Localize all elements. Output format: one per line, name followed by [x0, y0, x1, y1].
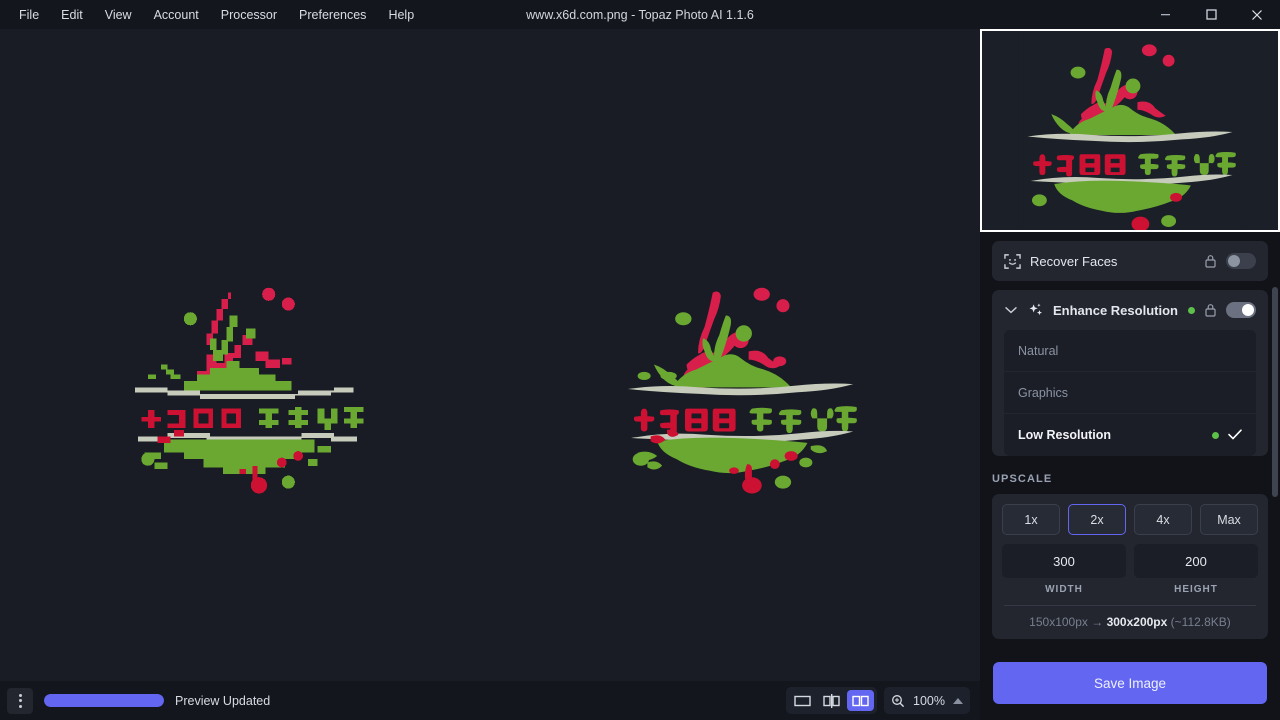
lock-icon[interactable]: [1204, 303, 1217, 317]
side-by-side-view-button[interactable]: [847, 690, 874, 711]
size-to: 300x200px: [1107, 615, 1168, 629]
model-label: Natural: [1018, 344, 1242, 358]
chevron-down-icon[interactable]: [1004, 306, 1018, 314]
save-bar: Save Image: [980, 646, 1280, 720]
menu-bar: File Edit View Account Processor Prefere…: [0, 0, 425, 29]
window-controls: [1142, 0, 1280, 29]
height-label: HEIGHT: [1134, 584, 1258, 595]
status-bar: Preview Updated: [0, 681, 980, 720]
upscale-card: 1x 2x 4x Max 300 WIDTH 200 HEIGHT: [992, 494, 1268, 639]
progress-status-label: Preview Updated: [175, 694, 270, 708]
scale-button-max[interactable]: Max: [1200, 504, 1258, 535]
progress-track: [44, 694, 164, 707]
width-field-group: 300 WIDTH: [1002, 544, 1126, 595]
recover-faces-label: Recover Faces: [1030, 254, 1195, 269]
settings-panel: Recover Faces: [980, 29, 1280, 720]
recover-faces-row[interactable]: Recover Faces: [992, 241, 1268, 281]
settings-scroll-area[interactable]: Recover Faces: [980, 232, 1280, 675]
size-estimate: (~112.8KB): [1171, 615, 1231, 629]
divider: [1004, 605, 1256, 606]
model-option-graphics[interactable]: Graphics: [1004, 372, 1256, 414]
single-view-button[interactable]: [789, 690, 816, 711]
enhance-resolution-toggle[interactable]: [1226, 302, 1256, 318]
scale-button-4x[interactable]: 4x: [1134, 504, 1192, 535]
menu-item-edit[interactable]: Edit: [50, 0, 94, 29]
check-icon: [1228, 427, 1242, 443]
progress-fill: [44, 694, 164, 707]
model-list: Natural Graphics Low Resolution: [1004, 330, 1256, 456]
close-icon: [1251, 9, 1263, 21]
enhance-status-dot: [1188, 307, 1195, 314]
model-label: Graphics: [1018, 386, 1242, 400]
model-option-natural[interactable]: Natural: [1004, 330, 1256, 372]
side-by-side-icon: [852, 695, 869, 707]
menu-item-file[interactable]: File: [8, 0, 50, 29]
thumbnail-artwork: [982, 31, 1278, 230]
height-input[interactable]: 200: [1134, 544, 1258, 578]
enhance-resolution-label: Enhance Resolution: [1053, 303, 1179, 318]
view-mode-group: [786, 687, 877, 714]
dimension-fields: 300 WIDTH 200 HEIGHT: [1002, 544, 1258, 595]
maximize-icon: [1206, 9, 1217, 20]
recover-faces-card[interactable]: Recover Faces: [992, 241, 1268, 281]
sparkles-icon: [1027, 302, 1044, 319]
model-status-dot: [1212, 432, 1219, 439]
caret-up-icon[interactable]: [953, 698, 963, 704]
split-view-button[interactable]: [818, 690, 845, 711]
height-field-group: 200 HEIGHT: [1134, 544, 1258, 595]
original-image: [125, 279, 370, 499]
status-bar-right: 100%: [786, 681, 970, 720]
size-summary: 150x100px → 300x200px (~112.8KB): [1002, 615, 1258, 629]
panel-scrollbar[interactable]: [1272, 287, 1278, 497]
app-window: File Edit View Account Processor Prefere…: [0, 0, 1280, 720]
menu-item-processor[interactable]: Processor: [210, 0, 288, 29]
image-canvas[interactable]: [0, 29, 980, 681]
enhance-resolution-card: Enhance Resolution Natural Graphics: [992, 290, 1268, 456]
minimize-icon: [1160, 9, 1171, 20]
zoom-control[interactable]: 100%: [884, 687, 970, 714]
kebab-menu-icon[interactable]: [7, 688, 33, 714]
recover-faces-toggle[interactable]: [1226, 253, 1256, 269]
size-arrow-icon: →: [1091, 615, 1103, 629]
close-button[interactable]: [1234, 0, 1280, 29]
upscale-section-label: UPSCALE: [992, 473, 1280, 485]
scale-button-group: 1x 2x 4x Max: [1002, 504, 1258, 535]
width-label: WIDTH: [1002, 584, 1126, 595]
lock-icon[interactable]: [1204, 254, 1217, 268]
minimize-button[interactable]: [1142, 0, 1188, 29]
menu-item-view[interactable]: View: [94, 0, 143, 29]
zoom-level-label: 100%: [912, 694, 946, 708]
width-input[interactable]: 300: [1002, 544, 1126, 578]
title-bar: File Edit View Account Processor Prefere…: [0, 0, 1280, 29]
save-image-button[interactable]: Save Image: [993, 662, 1267, 704]
scale-button-2x[interactable]: 2x: [1068, 504, 1126, 535]
model-option-low-resolution[interactable]: Low Resolution: [1004, 414, 1256, 456]
scale-button-1x[interactable]: 1x: [1002, 504, 1060, 535]
split-pane-icon: [823, 694, 840, 708]
face-detect-icon: [1004, 253, 1021, 270]
enhance-resolution-row[interactable]: Enhance Resolution: [992, 290, 1268, 330]
menu-item-account[interactable]: Account: [143, 0, 210, 29]
preview-thumbnail[interactable]: [980, 29, 1280, 232]
enhanced-image: [618, 279, 863, 499]
menu-item-preferences[interactable]: Preferences: [288, 0, 377, 29]
maximize-button[interactable]: [1188, 0, 1234, 29]
model-label: Low Resolution: [1018, 428, 1212, 442]
size-from: 150x100px: [1029, 615, 1088, 629]
single-pane-icon: [794, 695, 811, 707]
menu-item-help[interactable]: Help: [377, 0, 425, 29]
zoom-in-icon: [891, 694, 905, 708]
